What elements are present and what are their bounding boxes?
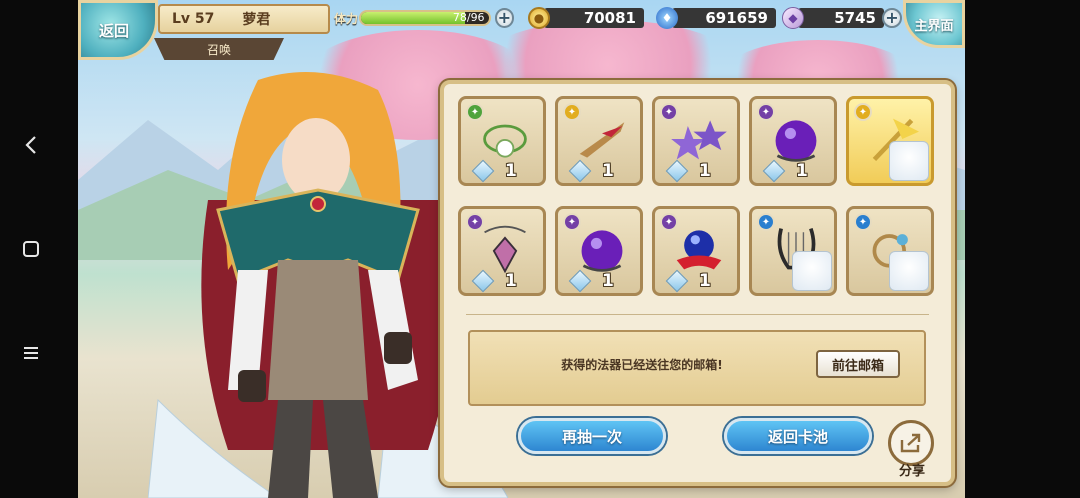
quantity-value: 1 xyxy=(505,271,517,291)
character-portrait-icon xyxy=(792,251,832,291)
add-crystal-button[interactable]: + xyxy=(882,8,902,28)
quantity-value: 1 xyxy=(699,271,711,291)
back-arrow-icon[interactable] xyxy=(18,132,44,158)
quantity-gem-icon xyxy=(665,269,689,293)
quantity-value: 1 xyxy=(699,161,711,181)
gem-currency: ♦ 691659 xyxy=(656,7,776,29)
player-level-plate: Lv 57 萝君 xyxy=(158,4,330,34)
quantity-gem-icon xyxy=(471,269,495,293)
item-quantity: 1 xyxy=(471,159,517,183)
add-stamina-button[interactable]: + xyxy=(494,8,515,28)
quantity-value: 1 xyxy=(602,161,614,181)
quantity-gem-icon xyxy=(568,269,592,293)
player-level: Lv 57 xyxy=(172,11,215,27)
result-item-card[interactable]: ✦ 1 xyxy=(555,96,643,186)
gold-coin-icon: ● xyxy=(528,7,550,29)
purple-orb-icon xyxy=(775,120,817,162)
item-quantity: 1 xyxy=(568,159,614,183)
back-to-pool-button[interactable]: 返回卡池 xyxy=(724,418,872,454)
quantity-gem-icon xyxy=(568,159,592,183)
mail-notice-scroll: 获得的法器已经送往您的邮箱! 前往邮箱 xyxy=(468,330,926,406)
stamina-bar: 体力 78/96 + xyxy=(334,7,515,29)
crystal-amount: 5745 xyxy=(798,8,884,28)
stamina-fill xyxy=(361,12,465,24)
item-quantity: 1 xyxy=(665,269,711,293)
result-item-card[interactable]: ✦ xyxy=(846,206,934,296)
gem-amount: 691659 xyxy=(672,8,776,28)
main-menu-label: 主界面 xyxy=(914,18,954,34)
blue-flame-icon: ♦ xyxy=(656,7,678,29)
leaf-necklace-icon xyxy=(483,124,527,158)
stamina-label: 体力 xyxy=(334,11,359,26)
stamina-value: 78/96 xyxy=(452,11,485,24)
summon-again-button[interactable]: 再抽一次 xyxy=(518,418,666,454)
character-portrait-icon xyxy=(889,251,929,291)
star-earrings-icon xyxy=(671,120,727,160)
divider xyxy=(466,314,929,315)
crystal-currency: ◆ 5745 + xyxy=(782,7,902,29)
quantity-value: 1 xyxy=(796,161,808,181)
result-item-card[interactable]: ✦ 1 xyxy=(652,96,740,186)
stamina-track: 78/96 xyxy=(359,10,491,26)
gold-currency: ● 70081 xyxy=(528,7,644,29)
item-quantity: 1 xyxy=(665,159,711,183)
menu-lines-icon[interactable] xyxy=(18,340,44,366)
item-quantity: 1 xyxy=(471,269,517,293)
purple-orb-icon xyxy=(581,230,623,272)
back-button[interactable]: 返回 xyxy=(78,0,158,60)
crystal-icon: ◆ xyxy=(782,7,804,29)
game-viewport: 返回 Lv 57 萝君 召唤 体力 78/96 + ● 70081 ♦ 6916… xyxy=(78,0,965,498)
quantity-value: 1 xyxy=(505,161,517,181)
crystal-pendant-icon xyxy=(484,225,526,274)
result-item-card[interactable]: ✦ 1 xyxy=(555,206,643,296)
result-item-card[interactable]: ✦ xyxy=(749,206,837,296)
result-item-card[interactable]: ✦ 1 xyxy=(652,206,740,296)
system-nav-bar xyxy=(0,0,78,498)
go-to-mail-button[interactable]: 前往邮箱 xyxy=(816,350,900,378)
back-label: 返回 xyxy=(99,21,130,40)
item-quantity: 1 xyxy=(568,269,614,293)
quantity-gem-icon xyxy=(762,159,786,183)
blue-orb-ribbon-icon xyxy=(676,230,722,270)
result-item-card[interactable]: ✦ 1 xyxy=(749,96,837,186)
share-label: 分享 xyxy=(898,464,925,479)
mail-notice-text: 获得的法器已经送往您的邮箱! xyxy=(561,358,723,372)
player-name: 萝君 xyxy=(242,12,271,28)
result-item-card[interactable]: ✦ xyxy=(846,96,934,186)
result-item-card[interactable]: ✦ 1 xyxy=(458,96,546,186)
summon-result-panel: ✦ 1 ✦ 1 ✦ 1 ✦ 1 ✦ ✦ 1 ✦ 1 ✦ 1 ✦ ✦ 获得的法器已经送往您的邮箱! 前往邮箱 再抽… xyxy=(440,80,955,486)
main-menu-button[interactable]: 主界面 xyxy=(903,0,965,48)
item-grid: ✦ 1 ✦ 1 ✦ 1 ✦ 1 ✦ ✦ 1 ✦ 1 ✦ 1 ✦ ✦ xyxy=(458,96,944,296)
right-black-bar xyxy=(965,0,1080,498)
character-portrait-icon xyxy=(889,141,929,181)
item-quantity: 1 xyxy=(762,159,808,183)
share-button[interactable]: 分享 xyxy=(888,420,936,482)
gold-amount: 70081 xyxy=(544,8,644,28)
home-square-icon[interactable] xyxy=(18,236,44,262)
summon-tab-label: 召唤 xyxy=(154,38,284,60)
quantity-value: 1 xyxy=(602,271,614,291)
red-blade-icon xyxy=(579,122,625,158)
result-item-card[interactable]: ✦ 1 xyxy=(458,206,546,296)
quantity-gem-icon xyxy=(471,159,495,183)
quantity-gem-icon xyxy=(665,159,689,183)
